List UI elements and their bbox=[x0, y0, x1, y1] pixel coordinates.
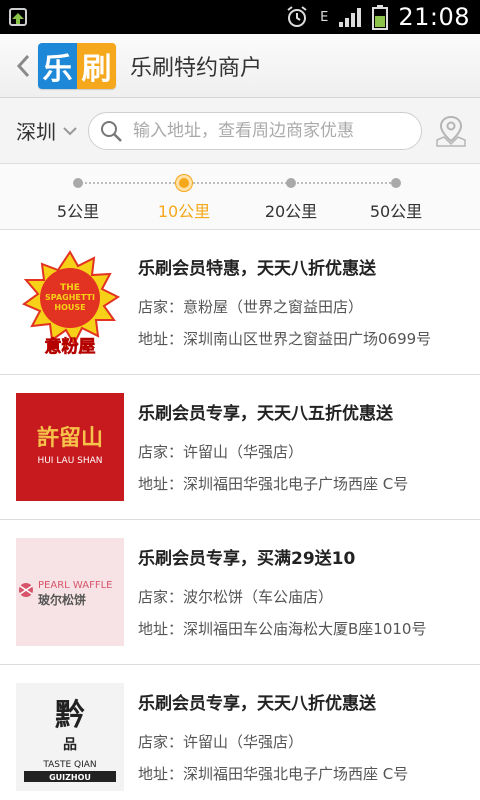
merchant-address: 地址：深圳福田华强北电子广场西座 C号 bbox=[138, 765, 409, 783]
battery-icon bbox=[372, 5, 389, 30]
chevron-down-icon bbox=[63, 126, 77, 135]
svg-text:意粉屋: 意粉屋 bbox=[45, 336, 96, 356]
merchant-logo-pearl-waffle: PEARL WAFFLE 玻尔松饼 bbox=[16, 538, 124, 646]
merchant-promo-title: 乐刷会员专享，买满29送10 bbox=[138, 549, 356, 569]
svg-text:HUI LAU SHAN: HUI LAU SHAN bbox=[37, 456, 102, 466]
svg-text:SPAGHETTI: SPAGHETTI bbox=[45, 293, 95, 302]
distance-dot bbox=[286, 178, 296, 188]
logo-char-1: 乐 bbox=[38, 42, 77, 89]
logo-char-2: 刷 bbox=[77, 42, 116, 89]
distance-dot bbox=[391, 178, 401, 188]
merchant-list-item[interactable]: PEARL WAFFLE 玻尔松饼 乐刷会员专享，买满29送10 店家：波尔松饼… bbox=[0, 520, 480, 665]
merchant-shop-name: 店家：波尔松饼（车公庙店） bbox=[138, 588, 334, 606]
merchant-list: THE SPAGHETTI HOUSE 意粉屋 乐刷会员特惠，天天八折优惠送 店… bbox=[0, 230, 480, 800]
clock-time: 21:08 bbox=[398, 3, 470, 31]
svg-text:TASTE QIAN: TASTE QIAN bbox=[42, 760, 96, 770]
search-input[interactable] bbox=[133, 121, 421, 141]
app-header: 乐 刷 乐刷特约商户 bbox=[0, 34, 480, 98]
merchant-address: 地址：深圳福田车公庙海松大厦B座1010号 bbox=[138, 620, 427, 638]
distance-option-20km[interactable]: 20公里 bbox=[236, 164, 346, 230]
status-bar: E 21:08 bbox=[0, 0, 480, 34]
merchant-shop-name: 店家：许留山（华强店） bbox=[138, 443, 304, 461]
merchant-address: 地址：深圳福田华强北电子广场西座 C号 bbox=[138, 475, 409, 493]
distance-label-selected: 10公里 bbox=[157, 202, 211, 221]
merchant-logo-spaghetti-house: THE SPAGHETTI HOUSE 意粉屋 bbox=[16, 248, 124, 356]
svg-text:HOUSE: HOUSE bbox=[54, 303, 85, 312]
app-logo: 乐 刷 bbox=[38, 42, 116, 89]
search-bar: 深圳 bbox=[0, 98, 480, 164]
merchant-list-item[interactable]: 黔 品 TASTE QIAN GUIZHOU 乐刷会员专享，天天八折优惠送 店家… bbox=[0, 665, 480, 800]
notification-download-icon bbox=[9, 8, 27, 26]
svg-text:PEARL WAFFLE: PEARL WAFFLE bbox=[38, 580, 112, 591]
page-title: 乐刷特约商户 bbox=[130, 55, 263, 81]
signal-icon bbox=[339, 8, 362, 27]
merchant-list-item[interactable]: THE SPAGHETTI HOUSE 意粉屋 乐刷会员特惠，天天八折优惠送 店… bbox=[0, 230, 480, 375]
search-icon bbox=[89, 112, 133, 150]
svg-text:THE: THE bbox=[60, 283, 80, 293]
merchant-shop-name: 店家：许留山（华强店） bbox=[138, 733, 304, 751]
chevron-left-icon[interactable] bbox=[10, 34, 36, 98]
network-type-label: E bbox=[320, 9, 329, 25]
svg-text:品: 品 bbox=[63, 737, 77, 753]
city-selector[interactable]: 深圳 bbox=[16, 116, 78, 145]
search-box[interactable] bbox=[88, 112, 422, 150]
distance-label: 20公里 bbox=[264, 202, 318, 221]
distance-label: 50公里 bbox=[369, 202, 423, 221]
merchant-shop-name: 店家：意粉屋（世界之窗益田店） bbox=[138, 298, 364, 316]
merchant-promo-title: 乐刷会员特惠，天天八折优惠送 bbox=[138, 259, 376, 279]
distance-label: 5公里 bbox=[56, 202, 100, 221]
distance-option-50km[interactable]: 50公里 bbox=[341, 164, 451, 230]
city-label: 深圳 bbox=[16, 120, 56, 144]
svg-text:許留山: 許留山 bbox=[37, 425, 103, 451]
merchant-logo-hui-lau-shan: 許留山 HUI LAU SHAN bbox=[16, 393, 124, 501]
svg-text:玻尔松饼: 玻尔松饼 bbox=[38, 592, 86, 607]
distance-option-10km[interactable]: 10公里 bbox=[129, 164, 239, 230]
svg-text:GUIZHOU: GUIZHOU bbox=[49, 773, 91, 782]
svg-text:黔: 黔 bbox=[55, 698, 85, 733]
distance-selector: 5公里 10公里 20公里 50公里 bbox=[0, 164, 480, 230]
location-map-icon[interactable] bbox=[434, 114, 468, 148]
alarm-icon bbox=[287, 6, 307, 27]
merchant-list-item[interactable]: 許留山 HUI LAU SHAN 乐刷会员专享，天天八五折优惠送 店家：许留山（… bbox=[0, 375, 480, 520]
merchant-promo-title: 乐刷会员专享，天天八折优惠送 bbox=[138, 694, 376, 714]
distance-dot bbox=[73, 178, 83, 188]
distance-dot-selected bbox=[176, 175, 192, 191]
merchant-promo-title: 乐刷会员专享，天天八五折优惠送 bbox=[138, 404, 393, 424]
merchant-address: 地址：深圳南山区世界之窗益田广场0699号 bbox=[138, 330, 432, 348]
merchant-logo-taste-qian: 黔 品 TASTE QIAN GUIZHOU bbox=[16, 683, 124, 791]
distance-option-5km[interactable]: 5公里 bbox=[23, 164, 133, 230]
